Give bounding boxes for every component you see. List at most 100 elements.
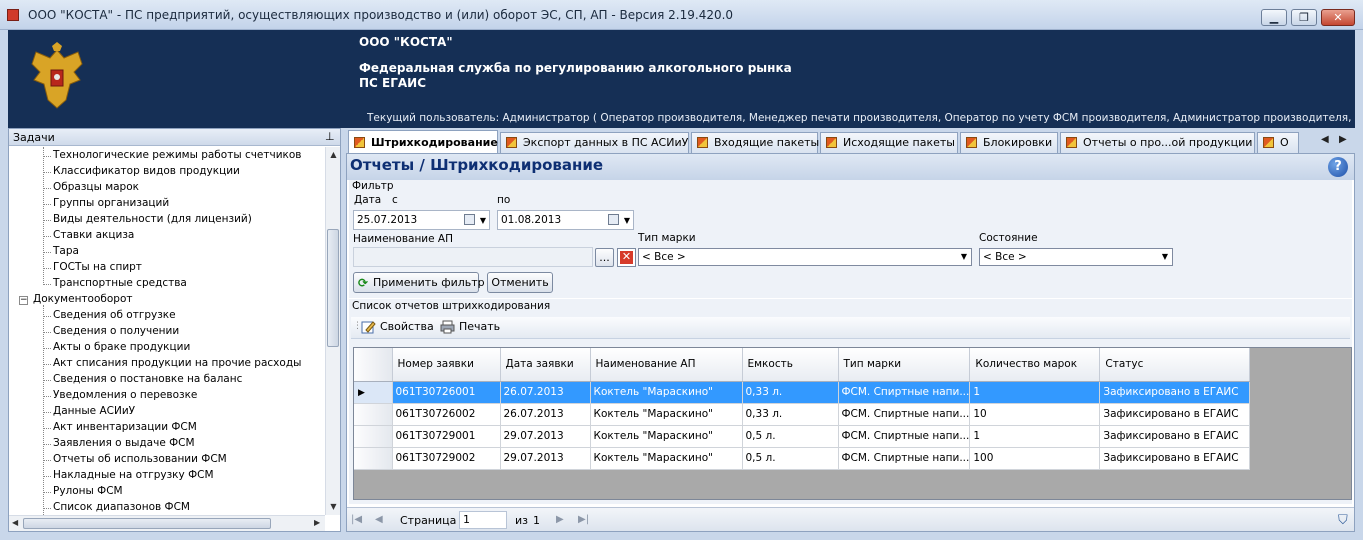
apply-filter-button[interactable]: ⟳ Применить фильтр [353,272,485,293]
column-header[interactable]: Статус [1099,348,1251,382]
table-cell[interactable]: Зафиксировано в ЕГАИС [1099,425,1251,448]
state-select[interactable]: < Все > ▼ [979,248,1173,266]
tree-item[interactable]: Данные АСИиУ [53,405,135,417]
calendar-icon[interactable] [608,214,619,225]
tree-item[interactable]: Технологические режимы работы счетчиков [53,149,302,161]
tab-outgoing-packages[interactable]: Исходящие пакеты [820,132,958,153]
product-name-field[interactable] [353,247,593,267]
column-header[interactable]: Номер заявки [392,348,501,382]
column-header[interactable]: Наименование АП [590,348,743,382]
table-cell[interactable]: Коктель "Мараскино" [590,403,743,426]
vertical-scroll-thumb[interactable] [327,229,339,347]
tab-more[interactable]: О [1257,132,1299,153]
table-cell[interactable]: 10 [969,403,1101,426]
tree-item[interactable]: Транспортные средства [53,277,187,289]
row-header[interactable] [354,447,393,470]
table-cell[interactable]: 1 [969,381,1101,404]
last-page-icon[interactable]: ▶| [578,514,589,525]
scroll-down-icon[interactable]: ▼ [326,502,341,511]
next-page-icon[interactable]: ▶ [556,514,564,525]
tree-item[interactable]: Сведения об отгрузке [53,309,176,321]
filter-funnel-icon[interactable]: ⛉ [1338,513,1348,528]
tree-vertical-scrollbar[interactable]: ▲ ▼ [325,147,340,515]
column-header[interactable]: Количество марок [969,348,1101,382]
table-row[interactable]: ▶ 061T30726001 26.07.2013 Коктель "Мараскин… [354,381,1251,404]
tab-blocks[interactable]: Блокировки [960,132,1058,153]
tab-production-reports[interactable]: Отчеты о про...ой продукции [1060,132,1255,153]
tree-item[interactable]: Заявления о выдаче ФСМ [53,437,195,449]
tree-item[interactable]: Сведения о получении [53,325,179,337]
table-cell[interactable]: 061T30729002 [392,447,501,470]
horizontal-scroll-thumb[interactable] [23,518,271,529]
tree-item[interactable]: Уведомления о перевозке [53,389,197,401]
date-from-picker[interactable]: 25.07.2013 ▼ [353,210,490,230]
tab-scroll-right-icon[interactable]: ▶ [1339,134,1347,145]
table-cell[interactable]: Коктель "Мараскино" [590,381,743,404]
tree-item[interactable]: Классификатор видов продукции [53,165,240,177]
tree-item[interactable]: Тара [53,245,79,257]
cancel-button[interactable]: Отменить [487,272,553,293]
tree-item[interactable]: Группы организаций [53,197,169,209]
table-cell[interactable]: Коктель "Мараскино" [590,425,743,448]
page-number-input[interactable]: 1 [459,511,507,529]
maximize-button[interactable]: ❐ [1291,9,1317,26]
table-cell[interactable]: 26.07.2013 [500,403,591,426]
table-cell[interactable]: Зафиксировано в ЕГАИС [1099,447,1251,470]
table-cell[interactable]: 1 [969,425,1101,448]
collapse-icon[interactable]: − [19,296,28,305]
table-cell[interactable]: 0,5 л. [742,447,839,470]
first-page-icon[interactable]: |◀ [351,514,362,525]
properties-button[interactable]: Свойства [361,320,434,334]
date-to-picker[interactable]: 01.08.2013 ▼ [497,210,634,230]
scroll-right-icon[interactable]: ▶ [314,518,320,527]
tree-item[interactable]: Акт инвентаризации ФСМ [53,421,197,433]
row-header[interactable] [354,425,393,448]
table-cell[interactable]: Зафиксировано в ЕГАИС [1099,403,1251,426]
calendar-icon[interactable] [464,214,475,225]
tree-item[interactable]: Акт списания продукции на прочие расходы [53,357,301,369]
table-cell[interactable]: 29.07.2013 [500,425,591,448]
tree-item[interactable]: Рулоны ФСМ [53,485,123,497]
table-cell[interactable]: 100 [969,447,1101,470]
tab-incoming-packages[interactable]: Входящие пакеты [691,132,819,153]
clear-product-button[interactable]: ✕ [617,248,636,267]
table-cell[interactable]: 061T30729001 [392,425,501,448]
table-cell[interactable]: ФСМ. Спиртные напи... [838,425,971,448]
table-cell[interactable]: 29.07.2013 [500,447,591,470]
tree-item[interactable]: Отчеты об использовании ФСМ [53,453,227,465]
tree-item[interactable]: Ставки акциза [53,229,134,241]
table-row[interactable]: 061T30726002 26.07.2013 Коктель "Мараскино… [354,403,1251,426]
tab-barcoding[interactable]: Штрихкодирование [348,130,498,154]
tree-item[interactable]: Сведения о постановке на баланс [53,373,242,385]
print-button[interactable]: Печать [440,320,500,334]
chevron-down-icon[interactable]: ▼ [480,212,486,230]
table-cell[interactable]: 0,5 л. [742,425,839,448]
tree-item[interactable]: Накладные на отгрузку ФСМ [53,469,214,481]
row-header[interactable]: ▶ [354,381,393,404]
browse-button[interactable]: ... [595,248,614,267]
help-icon[interactable]: ? [1328,157,1348,177]
tree-item[interactable]: Виды деятельности (для лицензий) [53,213,252,225]
mark-type-select[interactable]: < Все > ▼ [638,248,972,266]
tree-group-documents[interactable]: Документооборот [33,293,133,305]
table-cell[interactable]: 0,33 л. [742,403,839,426]
table-cell[interactable]: ФСМ. Спиртные напи... [838,447,971,470]
chevron-down-icon[interactable]: ▼ [624,212,630,230]
table-cell[interactable]: ФСМ. Спиртные напи... [838,403,971,426]
column-header[interactable]: Тип марки [838,348,971,382]
tree-item[interactable]: Акты о браке продукции [53,341,190,353]
previous-page-icon[interactable]: ◀ [375,514,383,525]
row-header[interactable] [354,403,393,426]
tree-item[interactable]: Список диапазонов ФСМ [53,501,190,513]
column-header[interactable]: Емкость [742,348,839,382]
scroll-left-icon[interactable]: ◀ [12,518,18,527]
table-cell[interactable]: Зафиксировано в ЕГАИС [1099,381,1251,404]
tree-item[interactable]: Образцы марок [53,181,139,193]
table-row[interactable]: 061T30729002 29.07.2013 Коктель "Мараскино… [354,447,1251,470]
table-cell[interactable]: 0,33 л. [742,381,839,404]
table-cell[interactable]: 061T30726001 [392,381,501,404]
table-cell[interactable]: 061T30726002 [392,403,501,426]
table-cell[interactable]: Коктель "Мараскино" [590,447,743,470]
tab-export-asiiu[interactable]: Экспорт данных в ПС АСИиУ [500,132,689,153]
column-header[interactable]: Дата заявки [500,348,591,382]
